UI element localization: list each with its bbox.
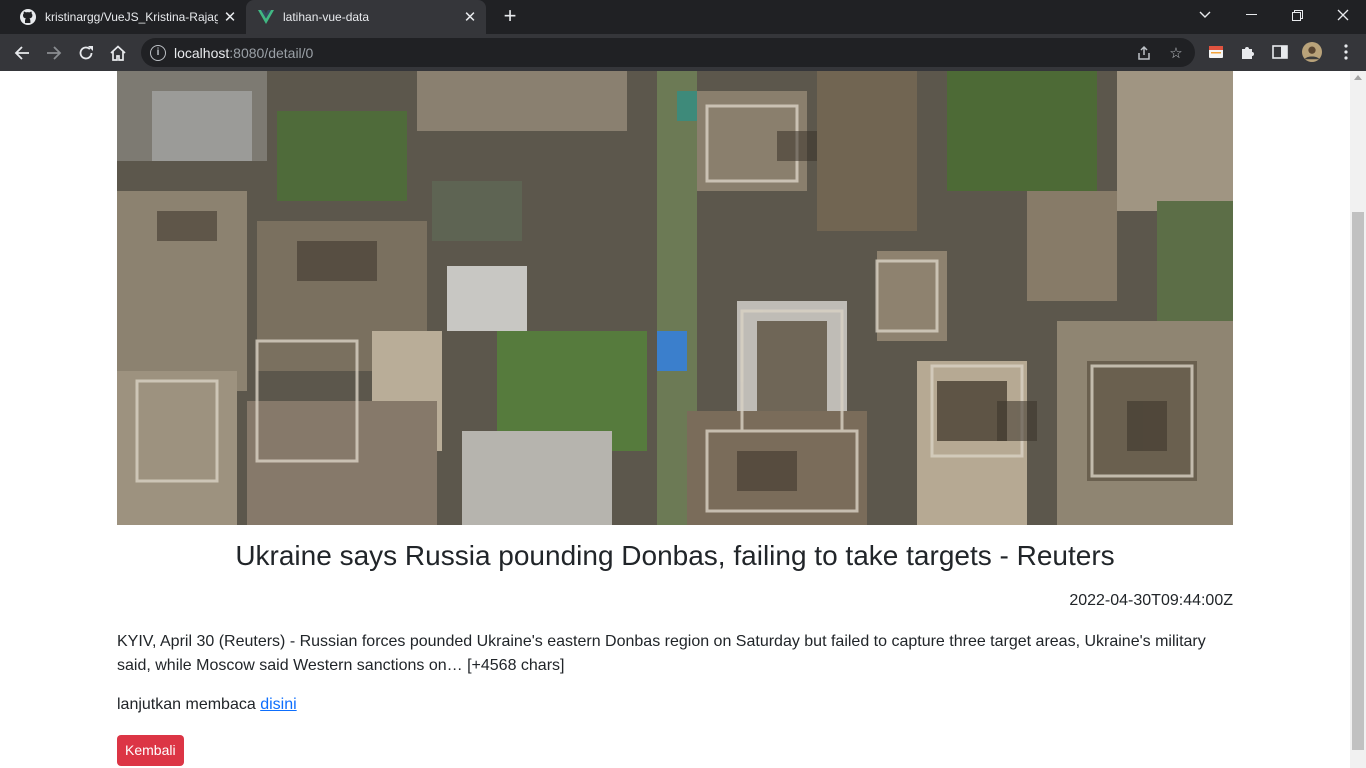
vue-icon [258, 9, 274, 25]
tab-github[interactable]: kristinargg/VueJS_Kristina-Rajagukguk ✕ [8, 0, 246, 34]
restore-button[interactable] [1274, 0, 1320, 30]
article-content: KYIV, April 30 (Reuters) - Russian force… [117, 633, 1206, 674]
back-icon[interactable] [8, 39, 36, 67]
read-more-prefix: lanjutkan membaca [117, 696, 256, 713]
page-viewport: Ukraine says Russia pounding Donbas, fai… [0, 71, 1350, 768]
new-tab-button[interactable]: + [498, 5, 522, 29]
close-tab-icon[interactable]: ✕ [218, 8, 242, 26]
browser-toolbar: i localhost:8080/detail/0 ☆ [0, 34, 1366, 71]
bookmark-star-icon[interactable]: ☆ [1163, 38, 1189, 67]
back-button[interactable]: Kembali [117, 735, 184, 766]
tab-strip: kristinargg/VueJS_Kristina-Rajagukguk ✕ … [0, 0, 1366, 34]
address-bar[interactable]: i localhost:8080/detail/0 ☆ [141, 38, 1195, 67]
profile-avatar-icon[interactable] [1302, 42, 1322, 62]
tab-latihan-vue-data[interactable]: latihan-vue-data ✕ [246, 0, 486, 34]
extensions-puzzle-icon[interactable] [1238, 42, 1258, 62]
read-more-link[interactable]: disini [260, 696, 296, 713]
url-host: localhost [174, 44, 230, 61]
tab-title: kristinargg/VueJS_Kristina-Rajagukguk [45, 10, 218, 24]
published-date: 2022-04-30T09:44:00Z [1069, 592, 1233, 609]
share-icon[interactable] [1131, 38, 1157, 67]
scroll-up-arrow-icon[interactable] [1354, 75, 1362, 80]
minimize-button[interactable] [1228, 0, 1274, 30]
forward-icon[interactable] [40, 39, 68, 67]
url-path: :8080/detail/0 [229, 44, 314, 61]
close-window-button[interactable] [1320, 0, 1366, 30]
home-icon[interactable] [104, 39, 132, 67]
github-icon [20, 9, 36, 25]
page-scrollbar[interactable] [1350, 71, 1366, 768]
reload-icon[interactable] [72, 39, 100, 67]
tab-search-icon[interactable] [1182, 0, 1228, 30]
scrollbar-thumb[interactable] [1352, 212, 1364, 750]
side-panel-icon[interactable] [1270, 42, 1290, 62]
article-image [117, 71, 1233, 525]
extension-icon[interactable] [1206, 42, 1226, 62]
read-more-text: lanjutkan membaca disini [117, 696, 297, 714]
tab-title: latihan-vue-data [283, 10, 370, 24]
close-tab-icon[interactable]: ✕ [458, 8, 482, 26]
menu-dots-icon[interactable] [1336, 42, 1356, 62]
site-info-icon[interactable]: i [150, 44, 166, 61]
article-title: Ukraine says Russia pounding Donbas, fai… [235, 540, 1115, 571]
